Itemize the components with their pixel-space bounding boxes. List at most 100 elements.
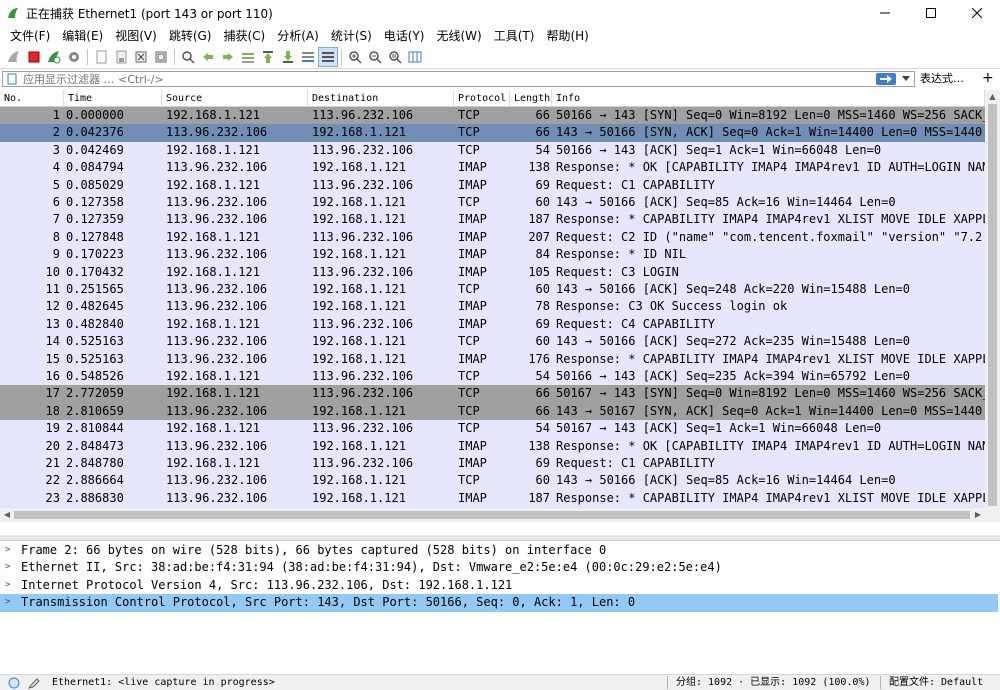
column-header-time[interactable]: Time xyxy=(64,90,162,107)
zoom-in-button[interactable] xyxy=(345,47,365,67)
column-header-source[interactable]: Source xyxy=(162,90,308,107)
capture-options-button[interactable] xyxy=(64,47,84,67)
go-back-button[interactable] xyxy=(198,47,218,67)
column-header-info[interactable]: Info xyxy=(552,90,985,107)
menu-capture[interactable]: 捕获(C) xyxy=(217,26,271,46)
packet-row[interactable]: 13 0.482840 192.168.1.121 113.96.232.106 IMA… xyxy=(0,315,985,334)
packet-row[interactable]: 14 0.525163 113.96.232.106 192.168.1.121 TCP… xyxy=(0,333,985,351)
menu-tools[interactable]: 工具(T) xyxy=(488,26,541,46)
packet-row[interactable]: 3 0.042469 192.168.1.121 113.96.232.106 TCP 5… xyxy=(0,141,985,160)
display-filter-box xyxy=(2,71,915,87)
menu-analyze[interactable]: 分析(A) xyxy=(271,26,325,46)
packet-row[interactable]: 23 2.886830 113.96.232.106 192.168.1.121 IMA… xyxy=(0,489,985,508)
packet-protocol-cell: IMAP xyxy=(458,490,487,505)
resize-columns-button[interactable] xyxy=(405,47,425,67)
start-capture-button[interactable] xyxy=(4,47,24,67)
open-file-icon xyxy=(96,50,107,64)
packet-row[interactable]: 1 0.000000 192.168.1.121 113.96.232.106 TCP 6… xyxy=(0,107,985,125)
go-to-packet-button[interactable] xyxy=(238,47,258,67)
menu-edit[interactable]: 编辑(E) xyxy=(56,26,109,46)
profile-text[interactable]: 配置文件: Default xyxy=(889,675,983,690)
packet-row[interactable]: 2 0.042376 113.96.232.106 192.168.1.121 TCP 6… xyxy=(0,124,985,142)
colorize-button[interactable] xyxy=(318,47,338,67)
display-filter-input[interactable] xyxy=(19,72,839,86)
packet-row[interactable]: 12 0.482645 113.96.232.106 192.168.1.121 IMA… xyxy=(0,298,985,316)
minimize-button[interactable] xyxy=(862,0,908,26)
detail-tree-item[interactable]: > Frame 2: 66 bytes on wire (528 bits), 6… xyxy=(0,542,998,559)
packet-length-cell: 187 xyxy=(528,212,550,227)
column-header-protocol[interactable]: Protocol xyxy=(454,90,510,107)
maximize-button[interactable] xyxy=(908,0,954,26)
detail-tree-item[interactable]: > Internet Protocol Version 4, Src: 113.9… xyxy=(0,577,998,594)
find-packet-button[interactable] xyxy=(178,47,198,67)
close-file-button[interactable] xyxy=(131,47,151,67)
menu-help[interactable]: 帮助(H) xyxy=(540,26,594,46)
packet-number-cell: 22 xyxy=(45,473,60,488)
restart-capture-button[interactable] xyxy=(44,47,64,67)
horizontal-scroll-thumb[interactable] xyxy=(14,511,970,519)
filter-history-dropdown[interactable] xyxy=(900,72,912,86)
expand-arrow-icon[interactable]: > xyxy=(5,594,15,611)
colorize-icon xyxy=(322,52,334,62)
packet-row[interactable]: 20 2.848473 113.96.232.106 192.168.1.121 IMA… xyxy=(0,437,985,455)
packet-row[interactable]: 16 0.548526 192.168.1.121 113.96.232.106 TCP… xyxy=(0,368,985,386)
packet-row[interactable]: 19 2.810844 192.168.1.121 113.96.232.106 TCP… xyxy=(0,420,985,438)
packet-row[interactable]: 4 0.084794 113.96.232.106 192.168.1.121 IMAP… xyxy=(0,159,985,177)
scroll-right-arrow-icon[interactable]: ▶ xyxy=(971,508,985,522)
column-header-destination[interactable]: Destination xyxy=(308,90,454,107)
detail-tree-item[interactable]: > Transmission Control Protocol, Src Port… xyxy=(0,594,998,612)
packet-row[interactable]: 21 2.848780 192.168.1.121 113.96.232.106 IMA… xyxy=(0,455,985,473)
open-file-button[interactable] xyxy=(91,47,111,67)
packet-info-cell: 50167 → 143 [SYN] Seq=0 Win=8192 Len=0 M… xyxy=(556,386,985,401)
expression-button[interactable]: 表达式… xyxy=(920,71,964,87)
reload-button[interactable] xyxy=(151,47,171,67)
packet-row[interactable]: 17 2.772059 192.168.1.121 113.96.232.106 TCP… xyxy=(0,385,985,403)
last-packet-button[interactable] xyxy=(278,47,298,67)
expand-arrow-icon[interactable]: > xyxy=(5,559,15,576)
stop-capture-button[interactable] xyxy=(24,47,44,67)
vertical-scroll-thumb[interactable] xyxy=(988,104,997,506)
packet-row[interactable]: 18 2.810659 113.96.232.106 192.168.1.121 TCP… xyxy=(0,402,985,421)
zoom-normal-button[interactable] xyxy=(385,47,405,67)
menu-go[interactable]: 跳转(G) xyxy=(163,26,218,46)
expand-arrow-icon[interactable]: > xyxy=(5,542,15,559)
packet-row[interactable]: 5 0.085029 192.168.1.121 113.96.232.106 IMAP… xyxy=(0,176,985,194)
packet-row[interactable]: 9 0.170223 113.96.232.106 192.168.1.121 IMAP… xyxy=(0,246,985,264)
go-forward-button[interactable] xyxy=(218,47,238,67)
detail-tree-item[interactable]: > Ethernet II, Src: 38:ad:be:f4:31:94 (38… xyxy=(0,559,998,576)
column-header-no[interactable]: No. xyxy=(0,90,64,107)
close-button[interactable] xyxy=(954,0,1000,26)
add-filter-button[interactable]: + xyxy=(982,70,994,86)
packet-row[interactable]: 10 0.170432 192.168.1.121 113.96.232.106 IMA… xyxy=(0,263,985,281)
expert-info-icon[interactable] xyxy=(8,677,20,689)
bookmark-icon xyxy=(7,73,17,85)
go-to-packet-icon xyxy=(242,53,254,63)
first-packet-button[interactable] xyxy=(258,47,278,67)
capture-comment-icon[interactable] xyxy=(28,677,40,689)
filter-bookmark-button[interactable] xyxy=(5,72,19,86)
packet-row[interactable]: 11 0.251565 113.96.232.106 192.168.1.121 TCP… xyxy=(0,281,985,299)
packet-details-pane: > Frame 2: 66 bytes on wire (528 bits), 6… xyxy=(0,540,1000,672)
expand-arrow-icon[interactable]: > xyxy=(5,577,15,594)
packet-row[interactable]: 7 0.127359 113.96.232.106 192.168.1.121 IMAP… xyxy=(0,211,985,229)
apply-filter-button[interactable] xyxy=(876,73,896,85)
menu-view[interactable]: 视图(V) xyxy=(109,26,163,46)
packet-source-cell: 192.168.1.121 xyxy=(166,229,260,244)
packet-destination-cell: 113.96.232.106 xyxy=(312,421,414,436)
packet-row[interactable]: 15 0.525163 113.96.232.106 192.168.1.121 IMA… xyxy=(0,350,985,368)
packet-list-horizontal-scrollbar[interactable]: ◀ ▶ xyxy=(0,508,1000,522)
menu-file[interactable]: 文件(F) xyxy=(4,26,56,46)
autoscroll-button[interactable] xyxy=(298,47,318,67)
packet-list-vertical-scrollbar[interactable]: ▲ xyxy=(985,90,1000,508)
column-header-length[interactable]: Length xyxy=(510,90,552,107)
menu-wireless[interactable]: 无线(W) xyxy=(431,26,488,46)
scroll-left-arrow-icon[interactable]: ◀ xyxy=(0,508,14,522)
save-file-button[interactable] xyxy=(111,47,131,67)
menu-telephony[interactable]: 电话(Y) xyxy=(378,26,431,46)
zoom-out-button[interactable] xyxy=(365,47,385,67)
scroll-up-arrow-icon[interactable]: ▲ xyxy=(985,90,1000,104)
packet-row[interactable]: 22 2.886664 113.96.232.106 192.168.1.121 TCP… xyxy=(0,472,985,490)
packet-row[interactable]: 6 0.127358 113.96.232.106 192.168.1.121 TCP 6… xyxy=(0,194,985,212)
packet-row[interactable]: 8 0.127848 192.168.1.121 113.96.232.106 IMAP… xyxy=(0,228,985,247)
menu-statistics[interactable]: 统计(S) xyxy=(325,26,378,46)
